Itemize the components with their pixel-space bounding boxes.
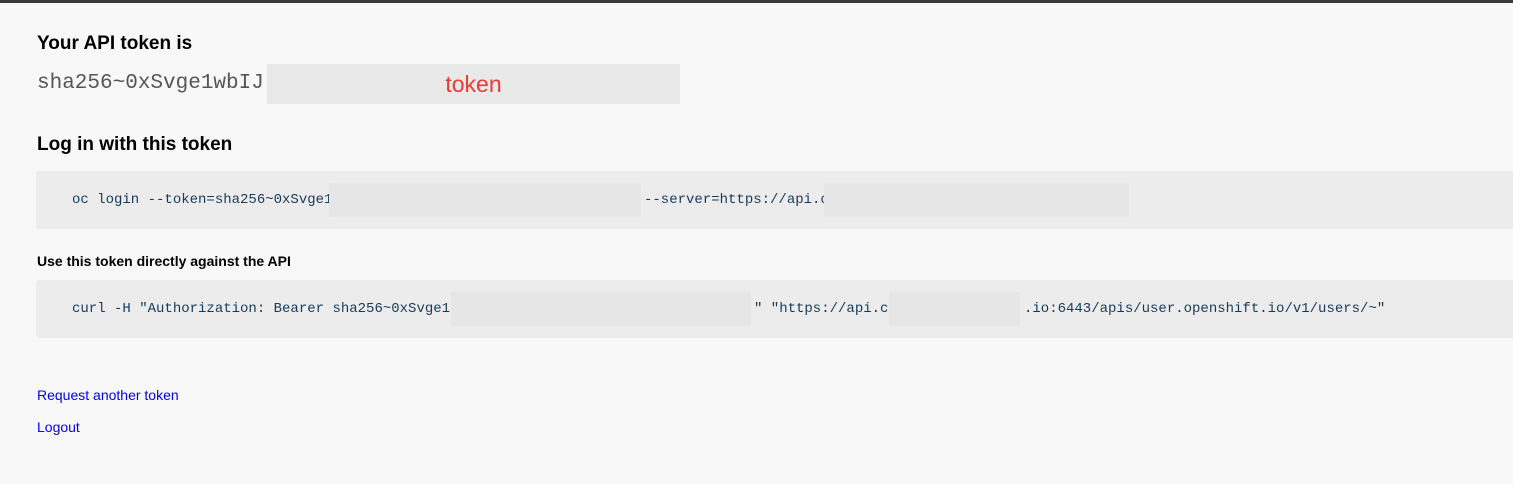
token-value: sha256~0xSvge1wbIJ bbox=[37, 72, 264, 95]
token-display: sha256~0xSvge1wbIJ token bbox=[37, 64, 680, 104]
curl-command-part3: .io:6443/apis/user.openshift.io/v1/users… bbox=[1024, 301, 1386, 317]
token-redaction: token bbox=[267, 64, 680, 104]
redaction-label: token bbox=[445, 70, 502, 97]
login-token-redaction bbox=[329, 183, 641, 217]
request-another-token-link[interactable]: Request another token bbox=[37, 387, 179, 403]
login-command-part1: oc login --token=sha256~0xSvge1 bbox=[72, 192, 333, 208]
api-token-heading: Your API token is bbox=[37, 33, 193, 54]
curl-command-block[interactable]: curl -H "Authorization: Bearer sha256~0x… bbox=[36, 280, 1513, 338]
logout-link[interactable]: Logout bbox=[37, 419, 80, 435]
api-usage-heading: Use this token directly against the API bbox=[37, 253, 291, 269]
curl-command-part2: " "https://api.c bbox=[754, 301, 889, 317]
login-command-block[interactable]: oc login --token=sha256~0xSvge1 --server… bbox=[36, 171, 1513, 229]
curl-token-redaction bbox=[451, 292, 751, 326]
login-heading: Log in with this token bbox=[37, 134, 233, 155]
curl-server-redaction bbox=[889, 292, 1020, 326]
login-server-redaction bbox=[824, 183, 1129, 217]
login-command-part2: --server=https://api.c bbox=[644, 192, 829, 208]
curl-command-part1: curl -H "Authorization: Bearer sha256~0x… bbox=[72, 301, 451, 317]
